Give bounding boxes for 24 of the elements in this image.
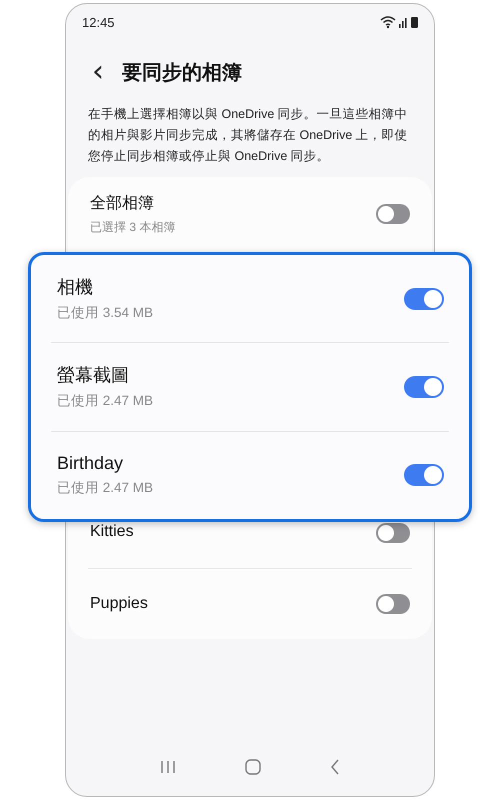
toggle-switch[interactable] — [404, 376, 444, 398]
album-subtitle: 已使用 2.47 MB — [57, 392, 154, 410]
description-text: 在手機上選擇相簿以與 OneDrive 同步。一旦這些相簿中的相片與影片同步完成，其將儲存在 OneDrive 上，即使您停止同步相簿或停止與 OneDrive 同步。 — [87, 106, 409, 165]
album-title: 相機 — [57, 276, 94, 300]
back-button[interactable]: ‹ — [88, 57, 108, 87]
album-title: 全部相簿 — [90, 194, 155, 214]
toggle-switch[interactable] — [376, 204, 410, 224]
album-title: 螢幕截圖 — [57, 364, 130, 388]
album-subtitle: 已選擇 3 本相簿 — [90, 218, 176, 236]
toggle-switch[interactable] — [376, 594, 410, 614]
page-title: 要同步的相簿 — [122, 60, 242, 86]
album-title: Birthday — [57, 453, 124, 474]
toggle-switch[interactable] — [404, 288, 444, 310]
toggle-switch[interactable] — [404, 464, 444, 486]
album-title: Kitties — [90, 523, 134, 541]
home-icon[interactable] — [244, 759, 261, 775]
status-icons — [380, 15, 420, 29]
recent-apps-icon[interactable] — [160, 760, 176, 774]
album-subtitle: 已使用 3.54 MB — [57, 304, 154, 322]
album-subtitle: 已使用 2.47 MB — [57, 479, 154, 498]
toggle-switch[interactable] — [376, 523, 410, 543]
status-time: 12:45 — [82, 14, 115, 30]
back-icon[interactable] — [330, 759, 340, 775]
album-title: Puppies — [90, 595, 148, 613]
